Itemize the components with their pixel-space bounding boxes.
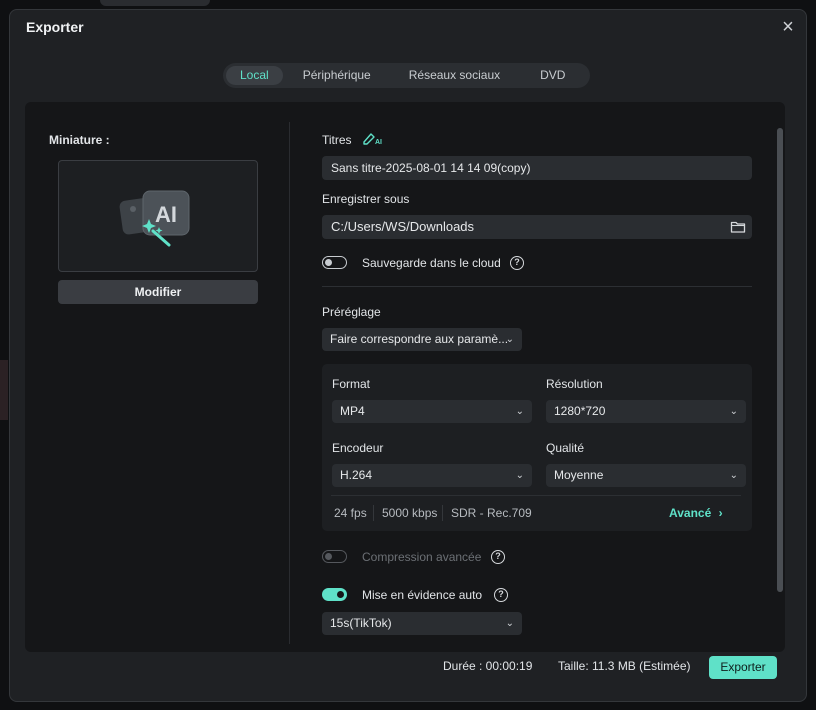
preset-dropdown[interactable]: Faire correspondre aux paramè... ⌄ bbox=[322, 328, 522, 351]
color-space-value: SDR - Rec.709 bbox=[451, 506, 532, 520]
stat-separator bbox=[373, 505, 374, 521]
bitrate-value: 5000 kbps bbox=[382, 506, 438, 520]
quality-value: Moyenne bbox=[554, 468, 604, 482]
save-path-text: C:/Users/WS/Downloads bbox=[331, 219, 475, 234]
encoding-settings-box: Format MP4 ⌄ Résolution 1280*720 ⌄ Encod… bbox=[322, 364, 752, 531]
toggle-knob bbox=[325, 258, 332, 266]
section-divider bbox=[322, 286, 752, 287]
stats-divider bbox=[331, 495, 741, 496]
cloud-help-icon[interactable]: ? bbox=[510, 256, 524, 270]
chevron-down-icon: ⌄ bbox=[515, 470, 524, 481]
cloud-backup-label: Sauvegarde dans le cloud bbox=[362, 256, 501, 270]
cloud-backup-toggle[interactable] bbox=[322, 256, 347, 269]
save-as-label: Enregistrer sous bbox=[322, 192, 410, 206]
toggle-knob bbox=[325, 552, 332, 560]
title-input[interactable]: Sans titre-2025-08-01 14 14 09(copy) bbox=[322, 156, 752, 180]
stat-separator bbox=[442, 505, 443, 521]
advanced-compression-toggle[interactable] bbox=[322, 550, 347, 563]
ai-badge: AI bbox=[375, 139, 382, 145]
scrollbar-thumb[interactable] bbox=[777, 128, 783, 592]
titles-label: Titres bbox=[322, 133, 352, 147]
quality-dropdown[interactable]: Moyenne ⌄ bbox=[546, 464, 746, 487]
thumbnail-label: Miniature : bbox=[49, 133, 110, 147]
chevron-down-icon: ⌄ bbox=[515, 406, 524, 417]
encoder-dropdown[interactable]: H.264 ⌄ bbox=[332, 464, 532, 487]
format-value: MP4 bbox=[340, 404, 365, 418]
scrollbar[interactable] bbox=[777, 128, 783, 592]
estimated-size-text: Taille: 11.3 MB (Estimée) bbox=[558, 659, 691, 673]
format-dropdown[interactable]: MP4 ⌄ bbox=[332, 400, 532, 423]
chevron-down-icon: ⌄ bbox=[729, 470, 738, 481]
ai-text: AI bbox=[155, 202, 177, 227]
chevron-right-icon: › bbox=[718, 506, 723, 520]
encoder-label: Encodeur bbox=[332, 441, 384, 455]
resolution-dropdown[interactable]: 1280*720 ⌄ bbox=[546, 400, 746, 423]
resolution-label: Résolution bbox=[546, 377, 603, 391]
format-label: Format bbox=[332, 377, 371, 391]
advanced-compression-label: Compression avancée bbox=[362, 550, 482, 564]
toggle-knob bbox=[337, 590, 344, 598]
preset-value: Faire correspondre aux paramè... bbox=[330, 332, 509, 346]
advanced-settings-link[interactable]: Avancé › bbox=[669, 506, 723, 520]
compression-help-icon[interactable]: ? bbox=[491, 550, 505, 564]
settings-panel: Miniature : AI Modifier Titres AI Sans t… bbox=[25, 102, 785, 652]
chevron-down-icon: ⌄ bbox=[505, 334, 514, 345]
thumbnail-preview[interactable]: AI bbox=[58, 160, 258, 272]
background-thumbnail-edge bbox=[0, 360, 8, 420]
fps-value: 24 fps bbox=[334, 506, 367, 520]
auto-highlight-toggle[interactable] bbox=[322, 588, 347, 601]
auto-highlight-label: Mise en évidence auto bbox=[362, 588, 483, 602]
tab-dvd[interactable]: DVD bbox=[526, 66, 579, 85]
export-target-tabs: Local Périphérique Réseaux sociaux DVD bbox=[223, 63, 590, 88]
close-icon[interactable]: × bbox=[778, 17, 798, 38]
folder-icon[interactable] bbox=[730, 220, 746, 234]
save-path-input[interactable]: C:/Users/WS/Downloads bbox=[322, 215, 752, 239]
tab-device[interactable]: Périphérique bbox=[289, 66, 385, 85]
tab-social[interactable]: Réseaux sociaux bbox=[395, 66, 514, 85]
quality-label: Qualité bbox=[546, 441, 585, 455]
chevron-down-icon: ⌄ bbox=[729, 406, 738, 417]
chevron-down-icon: ⌄ bbox=[505, 618, 514, 629]
export-dialog: Exporter × Local Périphérique Réseaux so… bbox=[9, 9, 807, 702]
highlight-duration-dropdown[interactable]: 15s(TikTok) ⌄ bbox=[322, 612, 522, 635]
resolution-value: 1280*720 bbox=[554, 404, 606, 418]
highlight-duration-value: 15s(TikTok) bbox=[330, 616, 392, 630]
background-window-edge bbox=[100, 0, 210, 6]
modify-thumbnail-button[interactable]: Modifier bbox=[58, 280, 258, 304]
dialog-title: Exporter bbox=[26, 19, 84, 35]
export-button[interactable]: Exporter bbox=[709, 656, 777, 679]
tab-local[interactable]: Local bbox=[226, 66, 283, 85]
column-divider bbox=[289, 122, 290, 644]
ai-image-icon: AI bbox=[119, 190, 190, 247]
duration-text: Durée : 00:00:19 bbox=[443, 659, 533, 673]
encoder-value: H.264 bbox=[340, 468, 373, 482]
advanced-label: Avancé bbox=[669, 506, 712, 520]
ai-rename-icon[interactable]: AI bbox=[362, 131, 384, 145]
auto-highlight-help-icon[interactable]: ? bbox=[494, 588, 508, 602]
preset-label: Préréglage bbox=[322, 305, 381, 319]
